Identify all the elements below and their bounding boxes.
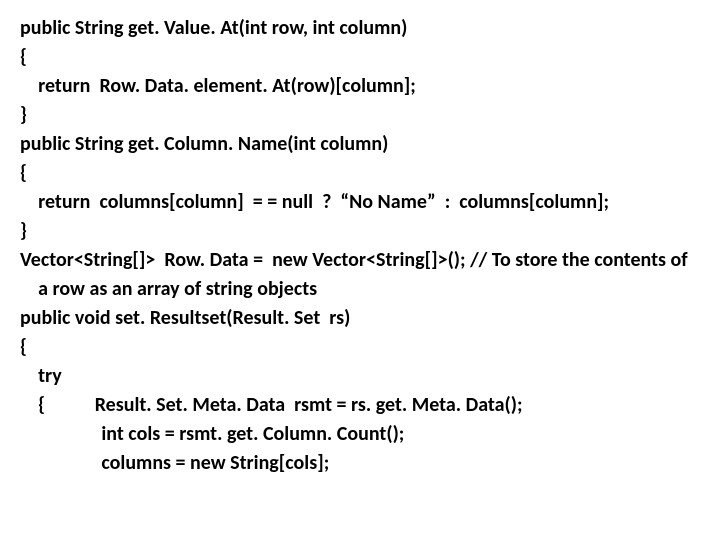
code-line: } <box>20 217 700 246</box>
code-line: Vector<String[]> Row. Data = new Vector<… <box>20 246 700 275</box>
code-line: { <box>20 333 700 362</box>
code-line: public void set. Resultset(Result. Set r… <box>20 304 700 333</box>
code-line: } <box>20 101 700 130</box>
code-line: columns = new String[cols]; <box>20 449 700 478</box>
code-line: return Row. Data. element. At(row)[colum… <box>20 72 700 101</box>
code-line: int cols = rsmt. get. Column. Count(); <box>20 420 700 449</box>
code-line: a row as an array of string objects <box>20 275 700 304</box>
code-line: { Result. Set. Meta. Data rsmt = rs. get… <box>20 391 700 420</box>
code-line: try <box>20 362 700 391</box>
code-line: return columns[column] = = null ? “No Na… <box>20 188 700 217</box>
code-line: public String get. Column. Name(int colu… <box>20 130 700 159</box>
code-line: public String get. Value. At(int row, in… <box>20 14 700 43</box>
code-slide: public String get. Value. At(int row, in… <box>0 0 720 478</box>
code-line: { <box>20 43 700 72</box>
code-line: { <box>20 159 700 188</box>
